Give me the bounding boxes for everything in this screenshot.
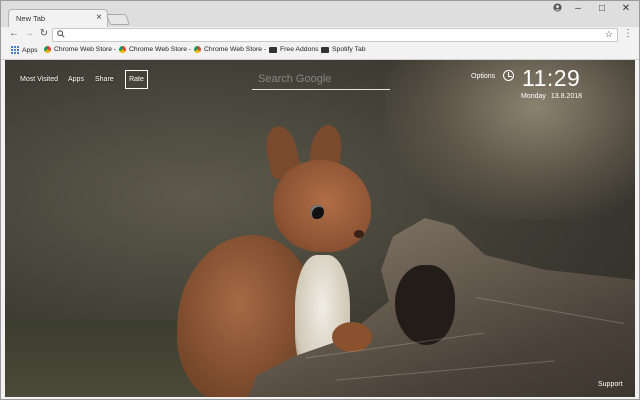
close-window-button[interactable]: ✕ (616, 3, 636, 14)
tab-new-tab[interactable]: New Tab × (8, 9, 108, 28)
bookmark-free-addons[interactable]: Free Addons (269, 46, 319, 53)
minimize-button[interactable]: – (568, 3, 588, 14)
back-button[interactable]: ← (8, 28, 20, 39)
addon-icon (269, 46, 277, 53)
maximize-button[interactable]: □ (592, 3, 612, 14)
bookmark-star-icon[interactable]: ☆ (605, 29, 613, 40)
chrome-store-icon (194, 46, 201, 53)
menu-icon[interactable]: ⋮ (623, 28, 633, 39)
new-tab-page: Most Visited Apps Share Rate Search Goog… (5, 60, 635, 397)
options-link[interactable]: Options (471, 73, 495, 80)
most-visited-link[interactable]: Most Visited (20, 76, 58, 83)
bookmark-chrome-web-store-1[interactable]: Chrome Web Store - (44, 46, 116, 53)
clock-date: Monday 13.8.2018 (521, 93, 582, 100)
tab-title: New Tab (16, 14, 46, 23)
bookmark-chrome-web-store-2[interactable]: Chrome Web Store - (119, 46, 191, 53)
stump-hollow (395, 265, 455, 345)
reload-button[interactable]: ↻ (38, 28, 50, 39)
forward-button[interactable]: → (23, 28, 35, 39)
browser-toolbar: ← → ↻ ☆ ⋮ (1, 27, 639, 43)
new-tab-button[interactable] (105, 14, 131, 25)
user-icon[interactable] (547, 3, 567, 15)
date-label: 13.8.2018 (550, 93, 583, 100)
squirrel-paw (332, 322, 372, 352)
address-bar[interactable]: ☆ (52, 28, 618, 42)
title-bar: New Tab × – □ ✕ (1, 1, 639, 28)
squirrel-eye (310, 205, 324, 219)
chrome-store-icon (44, 46, 51, 53)
apps-link[interactable]: Apps (68, 76, 84, 83)
search-placeholder: Search Google (258, 73, 332, 85)
squirrel-nose (354, 230, 364, 238)
rate-button[interactable]: Rate (125, 70, 148, 89)
bookmark-apps[interactable]: Apps (11, 46, 38, 54)
close-tab-icon[interactable]: × (96, 12, 102, 23)
clock-icon[interactable] (503, 70, 514, 81)
bookmark-spotify-tab[interactable]: Spotify Tab (321, 46, 366, 53)
bookmark-chrome-web-store-3[interactable]: Chrome Web Store - (194, 46, 266, 53)
search-input[interactable]: Search Google (252, 70, 390, 90)
background-light (385, 60, 635, 220)
chrome-store-icon (119, 46, 126, 53)
addon-icon (321, 46, 329, 53)
browser-window: New Tab × – □ ✕ ← → ↻ ☆ ⋮ Apps Chrome We… (0, 0, 640, 400)
share-link[interactable]: Share (95, 76, 114, 83)
clock-time: 11:29 (522, 65, 581, 91)
day-label: Monday (521, 93, 546, 100)
squirrel-head (273, 160, 371, 252)
bookmarks-bar: Apps Chrome Web Store - Chrome Web Store… (1, 43, 639, 60)
search-icon (57, 30, 65, 40)
apps-icon (11, 46, 19, 54)
support-link[interactable]: Support (598, 381, 623, 388)
